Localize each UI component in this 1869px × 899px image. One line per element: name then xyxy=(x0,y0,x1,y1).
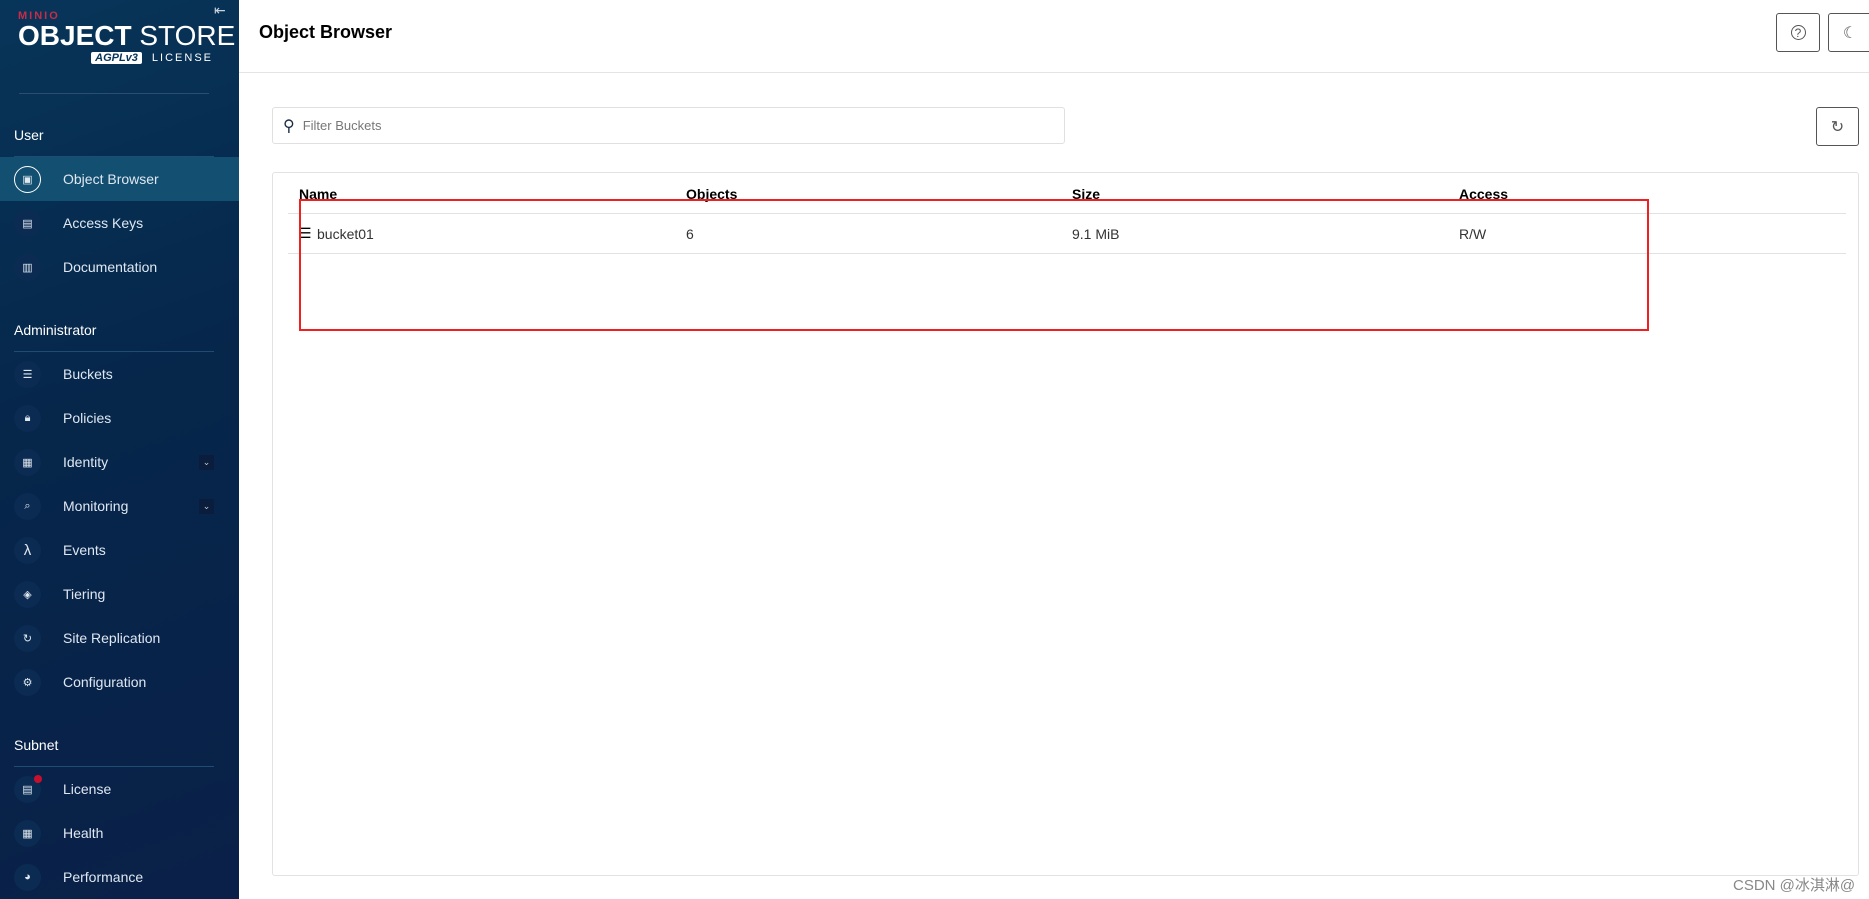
page-header: Object Browser ? ☾ xyxy=(239,0,1869,73)
filter-buckets-input[interactable] xyxy=(302,118,1003,133)
health-icon: ▦ xyxy=(14,819,41,847)
column-header-objects[interactable]: Objects xyxy=(686,186,737,202)
lambda-icon: λ xyxy=(14,536,41,564)
logo-license: LICENSE xyxy=(151,52,213,64)
sidebar-item-performance[interactable]: ◕ Performance xyxy=(0,855,239,899)
column-header-access[interactable]: Access xyxy=(1459,186,1508,202)
logo-product-light: STORE xyxy=(139,20,236,51)
table-row[interactable]: ☰ bucket01 6 9.1 MiB R/W xyxy=(288,214,1846,254)
sidebar-item-policies[interactable]: 🔒︎ Policies xyxy=(0,396,239,440)
sidebar-item-label: Identity xyxy=(63,454,109,470)
sidebar-item-health[interactable]: ▦ Health xyxy=(0,811,239,855)
search-icon: ⚲ xyxy=(283,117,295,135)
sidebar-item-label: Site Replication xyxy=(63,630,161,646)
sidebar-item-label: Health xyxy=(63,825,104,841)
watermark: CSDN @冰淇淋@ xyxy=(1733,877,1856,894)
sidebar-item-label: Performance xyxy=(63,869,144,885)
column-header-size[interactable]: Size xyxy=(1072,186,1100,202)
bucket-icon: ☰ xyxy=(14,360,41,388)
sidebar-item-label: License xyxy=(63,781,112,797)
object-browser-icon: ▣ xyxy=(14,165,41,193)
logo-product-bold: OBJECT xyxy=(18,20,132,51)
moon-icon: ☾ xyxy=(1842,24,1858,42)
sidebar-item-label: Policies xyxy=(63,410,112,426)
notification-badge xyxy=(34,774,42,783)
sidebar-item-label: Configuration xyxy=(63,674,147,690)
sidebar-item-site-replication[interactable]: ↻ Site Replication xyxy=(0,616,239,660)
identity-icon: ▦ xyxy=(14,448,41,476)
sidebar-item-configuration[interactable]: ⚙ Configuration xyxy=(0,660,239,704)
gear-icon: ⚙ xyxy=(14,668,41,696)
chevron-down-icon[interactable]: ⌄ xyxy=(199,454,214,470)
sidebar-item-tiering[interactable]: ◈ Tiering xyxy=(0,572,239,616)
collapse-sidebar-icon[interactable]: ⇤ xyxy=(214,2,226,19)
column-header-name[interactable]: Name xyxy=(299,186,337,202)
divider xyxy=(288,253,1846,254)
sidebar-item-buckets[interactable]: ☰ Buckets xyxy=(0,352,239,396)
help-icon: ? xyxy=(1790,25,1806,40)
sidebar-item-label: Events xyxy=(63,542,106,558)
bucket-access: R/W xyxy=(1459,226,1487,242)
sidebar-item-label: Monitoring xyxy=(63,498,129,514)
sidebar-item-object-browser[interactable]: ▣ Object Browser xyxy=(0,157,239,201)
help-button[interactable]: ? xyxy=(1776,13,1820,52)
sidebar-item-documentation[interactable]: ▥ Documentation xyxy=(0,245,239,289)
page-title: Object Browser xyxy=(259,22,393,42)
sidebar-item-events[interactable]: λ Events xyxy=(0,528,239,572)
sidebar-item-identity[interactable]: ▦ Identity ⌄ xyxy=(0,440,239,484)
replication-icon: ↻ xyxy=(14,624,41,652)
lock-icon: 🔒︎ xyxy=(14,404,41,432)
license-icon: ▤ xyxy=(14,774,42,803)
bucket-objects: 6 xyxy=(686,226,694,242)
access-keys-icon: ▤ xyxy=(14,209,41,237)
agpl-badge: AGPLv3 xyxy=(91,52,142,64)
refresh-icon: ↻ xyxy=(1830,118,1845,136)
bucket-icon: ☰ xyxy=(299,225,312,241)
section-subnet: Subnet xyxy=(14,737,59,753)
section-administrator: Administrator xyxy=(14,322,97,338)
refresh-button[interactable]: ↻ xyxy=(1816,107,1859,146)
bucket-size: 9.1 MiB xyxy=(1072,226,1120,242)
performance-icon: ◕ xyxy=(14,863,41,891)
sidebar: MINIO OBJECT STORE AGPLv3 LICENSE ⇤ User … xyxy=(0,0,239,899)
buckets-table: Name Objects Size Access ☰ bucket01 6 9.… xyxy=(272,172,1859,876)
dark-mode-button[interactable]: ☾ xyxy=(1828,13,1869,52)
sidebar-item-label: Access Keys xyxy=(63,215,144,231)
sidebar-item-label: Buckets xyxy=(63,366,113,382)
filter-buckets-search[interactable]: ⚲ xyxy=(272,107,1065,144)
sidebar-item-label: Documentation xyxy=(63,259,158,275)
sidebar-item-monitoring[interactable]: ⌕ Monitoring ⌄ xyxy=(0,484,239,528)
documentation-icon: ▥ xyxy=(14,253,41,281)
sidebar-item-label: Object Browser xyxy=(63,171,159,187)
sidebar-item-access-keys[interactable]: ▤ Access Keys xyxy=(0,201,239,245)
minio-logo: MINIO OBJECT STORE AGPLv3 LICENSE xyxy=(18,10,235,64)
layers-icon: ◈ xyxy=(14,580,41,608)
bucket-name: bucket01 xyxy=(317,226,374,242)
chevron-down-icon[interactable]: ⌄ xyxy=(199,498,214,514)
sidebar-item-label: Tiering xyxy=(63,586,106,602)
sidebar-item-license[interactable]: ▤ License xyxy=(0,767,239,811)
section-user: User xyxy=(14,127,44,143)
divider xyxy=(19,93,209,94)
monitoring-icon: ⌕ xyxy=(14,492,41,520)
